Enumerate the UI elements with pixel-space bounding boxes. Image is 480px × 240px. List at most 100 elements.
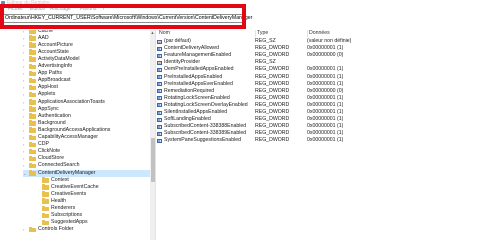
value-row[interactable]: SystemPaneSuggestionsEnabled REG_DWORD 0x0… (156, 137, 480, 144)
menu-edit[interactable]: Edition (30, 6, 45, 13)
string-value-icon (157, 39, 162, 46)
value-row[interactable]: SoftLandingEnabled REG_DWORD 0x00000001 (1… (156, 116, 480, 123)
value-data: 0x00000000 (0) (307, 52, 344, 59)
expand-arrow-icon[interactable] (36, 219, 41, 226)
tree-item[interactable]: Subscriptions (36, 212, 150, 219)
tree-item[interactable]: › AdvertisingInfo (23, 63, 150, 70)
folder-icon (29, 127, 36, 133)
binary-value-icon (157, 89, 162, 94)
value-type: REG_DWORD (255, 66, 290, 73)
tree-item[interactable]: › AppSync (23, 106, 150, 113)
menu-view[interactable]: Affichage (50, 6, 71, 13)
binary-value-icon (157, 46, 162, 51)
tree-item[interactable]: › CapabilityAccessManager (23, 134, 150, 141)
tree-item[interactable]: › BackgroundAccessApplications (23, 127, 150, 134)
tree-item[interactable]: SuggestedApps (36, 219, 150, 226)
expand-arrow-icon[interactable] (36, 184, 41, 191)
folder-icon (29, 56, 36, 62)
binary-value-icon (157, 124, 162, 129)
expand-arrow-icon[interactable]: › (23, 127, 28, 134)
expand-arrow-icon[interactable]: › (23, 120, 28, 127)
expand-arrow-icon[interactable]: › (23, 49, 28, 56)
tree-item[interactable]: › AccountPicture (23, 42, 150, 49)
expand-arrow-icon[interactable]: › (23, 91, 28, 98)
value-row[interactable]: RemediationRequired REG_DWORD 0x00000000 (… (156, 88, 480, 95)
expand-arrow-icon[interactable]: › (23, 99, 28, 106)
value-row[interactable]: RotatingLockScreenEnabled REG_DWORD 0x0000… (156, 95, 480, 102)
menu-file[interactable]: Fichier (8, 6, 23, 13)
tree-item[interactable]: › AppHost (23, 84, 150, 91)
expand-arrow-icon[interactable]: › (23, 162, 28, 169)
expand-arrow-icon[interactable]: › (23, 84, 28, 91)
value-row[interactable]: ContentDeliveryAllowed REG_DWORD 0x0000000… (156, 45, 480, 52)
tree-item[interactable]: Context (36, 177, 150, 184)
expand-arrow-icon[interactable]: › (23, 56, 28, 63)
tree-item[interactable]: › AAD (23, 35, 150, 42)
expand-arrow-icon[interactable]: › (23, 134, 28, 141)
value-data: (valeur non définie) (307, 38, 352, 44)
tree-item[interactable]: CreativeEventCache (36, 184, 150, 191)
value-row[interactable]: SilentInstalledAppsEnabled REG_DWORD 0x000… (156, 109, 480, 116)
tree-item[interactable]: › ConnectedSearch (23, 162, 150, 169)
tree-item[interactable]: ⌄ ContentDeliveryManager (23, 169, 150, 177)
expand-arrow-icon[interactable] (36, 191, 41, 198)
value-row[interactable]: FeatureManagementEnabled REG_DWORD 0x00000… (156, 52, 480, 59)
value-row[interactable]: RotatingLockScreenOverlayEnabled REG_DWOR… (156, 102, 480, 109)
scrollbar-thumb[interactable] (150, 138, 155, 182)
expand-arrow-icon[interactable]: ⌄ (23, 170, 28, 177)
expand-arrow-icon[interactable]: › (23, 63, 28, 70)
expand-arrow-icon[interactable]: › (23, 155, 28, 162)
menu-help[interactable]: ? (102, 6, 105, 13)
value-name: SubscribedContent-338389Enabled (164, 130, 247, 137)
tree-item[interactable]: › ApplicationAssociationToasts (23, 99, 150, 106)
column-header-type[interactable]: Type (255, 30, 268, 37)
expand-arrow-icon[interactable]: › (23, 35, 28, 42)
value-row[interactable]: SubscribedContent-338389Enabled REG_DWORD… (156, 130, 480, 137)
value-row[interactable]: (par défaut) REG_SZ (valeur non définie) (156, 38, 480, 46)
expand-arrow-icon[interactable]: › (23, 42, 28, 49)
value-row[interactable]: OemPreInstalledAppsEnabled REG_DWORD 0x000… (156, 66, 480, 73)
expand-arrow-icon[interactable] (36, 205, 41, 212)
menu-favorites[interactable]: Favoris (80, 6, 96, 13)
value-row[interactable]: PreInstalledAppsEnabled REG_DWORD 0x000000… (156, 74, 480, 81)
value-row[interactable]: IdentityProvider REG_SZ (156, 59, 480, 67)
address-path[interactable]: Ordinateur\HKEY_CURRENT_USER\Software\Mi… (5, 15, 252, 22)
expand-arrow-icon[interactable]: › (23, 77, 28, 84)
expand-arrow-icon[interactable]: › (23, 106, 28, 113)
tree-item-label: CDP (38, 141, 49, 148)
tree-item[interactable]: › App Paths (23, 70, 150, 77)
tree-item[interactable]: › CloudStore (23, 155, 150, 162)
tree-item[interactable]: › Applets (23, 91, 150, 98)
value-row[interactable]: SubscribedContent-338388Enabled REG_DWORD… (156, 123, 480, 130)
tree-item-label: AAD (38, 34, 49, 41)
tree-item-label: CreativeEventCache (51, 183, 99, 190)
tree-item[interactable]: Health (36, 198, 150, 205)
expand-arrow-icon[interactable] (36, 177, 41, 184)
value-row[interactable]: PreInstalledAppsEverEnabled REG_DWORD 0x00… (156, 81, 480, 88)
expand-arrow-icon[interactable]: › (23, 141, 28, 148)
tree-item[interactable]: › CDP (23, 141, 150, 148)
expand-arrow-icon[interactable]: › (23, 113, 28, 120)
expand-arrow-icon[interactable]: › (23, 226, 28, 233)
column-header-data[interactable]: Données (307, 30, 330, 37)
tree-item[interactable]: › Controls Folder (23, 226, 150, 233)
value-data: 0x00000001 (1) (307, 116, 344, 123)
tree-item[interactable]: › Background (23, 120, 150, 127)
tree-item[interactable]: CreativeEvents (36, 191, 150, 198)
expand-arrow-icon[interactable]: › (23, 70, 28, 77)
tree-item[interactable]: › AppBroadcast (23, 77, 150, 84)
tree-item-label: CloudStore (38, 155, 64, 162)
folder-icon (42, 219, 49, 226)
tree-item[interactable]: › ClickNote (23, 148, 150, 155)
tree-item[interactable]: › ActivityDataModel (23, 56, 150, 63)
tree-item[interactable]: Renderers (36, 205, 150, 212)
tree-item[interactable]: › AccountState (23, 49, 150, 56)
column-header-name[interactable]: Nom (158, 30, 170, 37)
tree-item-label: App Paths (38, 70, 62, 77)
expand-arrow-icon[interactable] (36, 212, 41, 219)
expand-arrow-icon[interactable]: › (23, 148, 28, 155)
tree-item-label: AppSync (38, 105, 59, 112)
tree-item[interactable]: › Authentication (23, 113, 150, 120)
expand-arrow-icon[interactable] (36, 198, 41, 205)
address-bar[interactable]: Ordinateur\HKEY_CURRENT_USER\Software\Mi… (2, 14, 252, 23)
